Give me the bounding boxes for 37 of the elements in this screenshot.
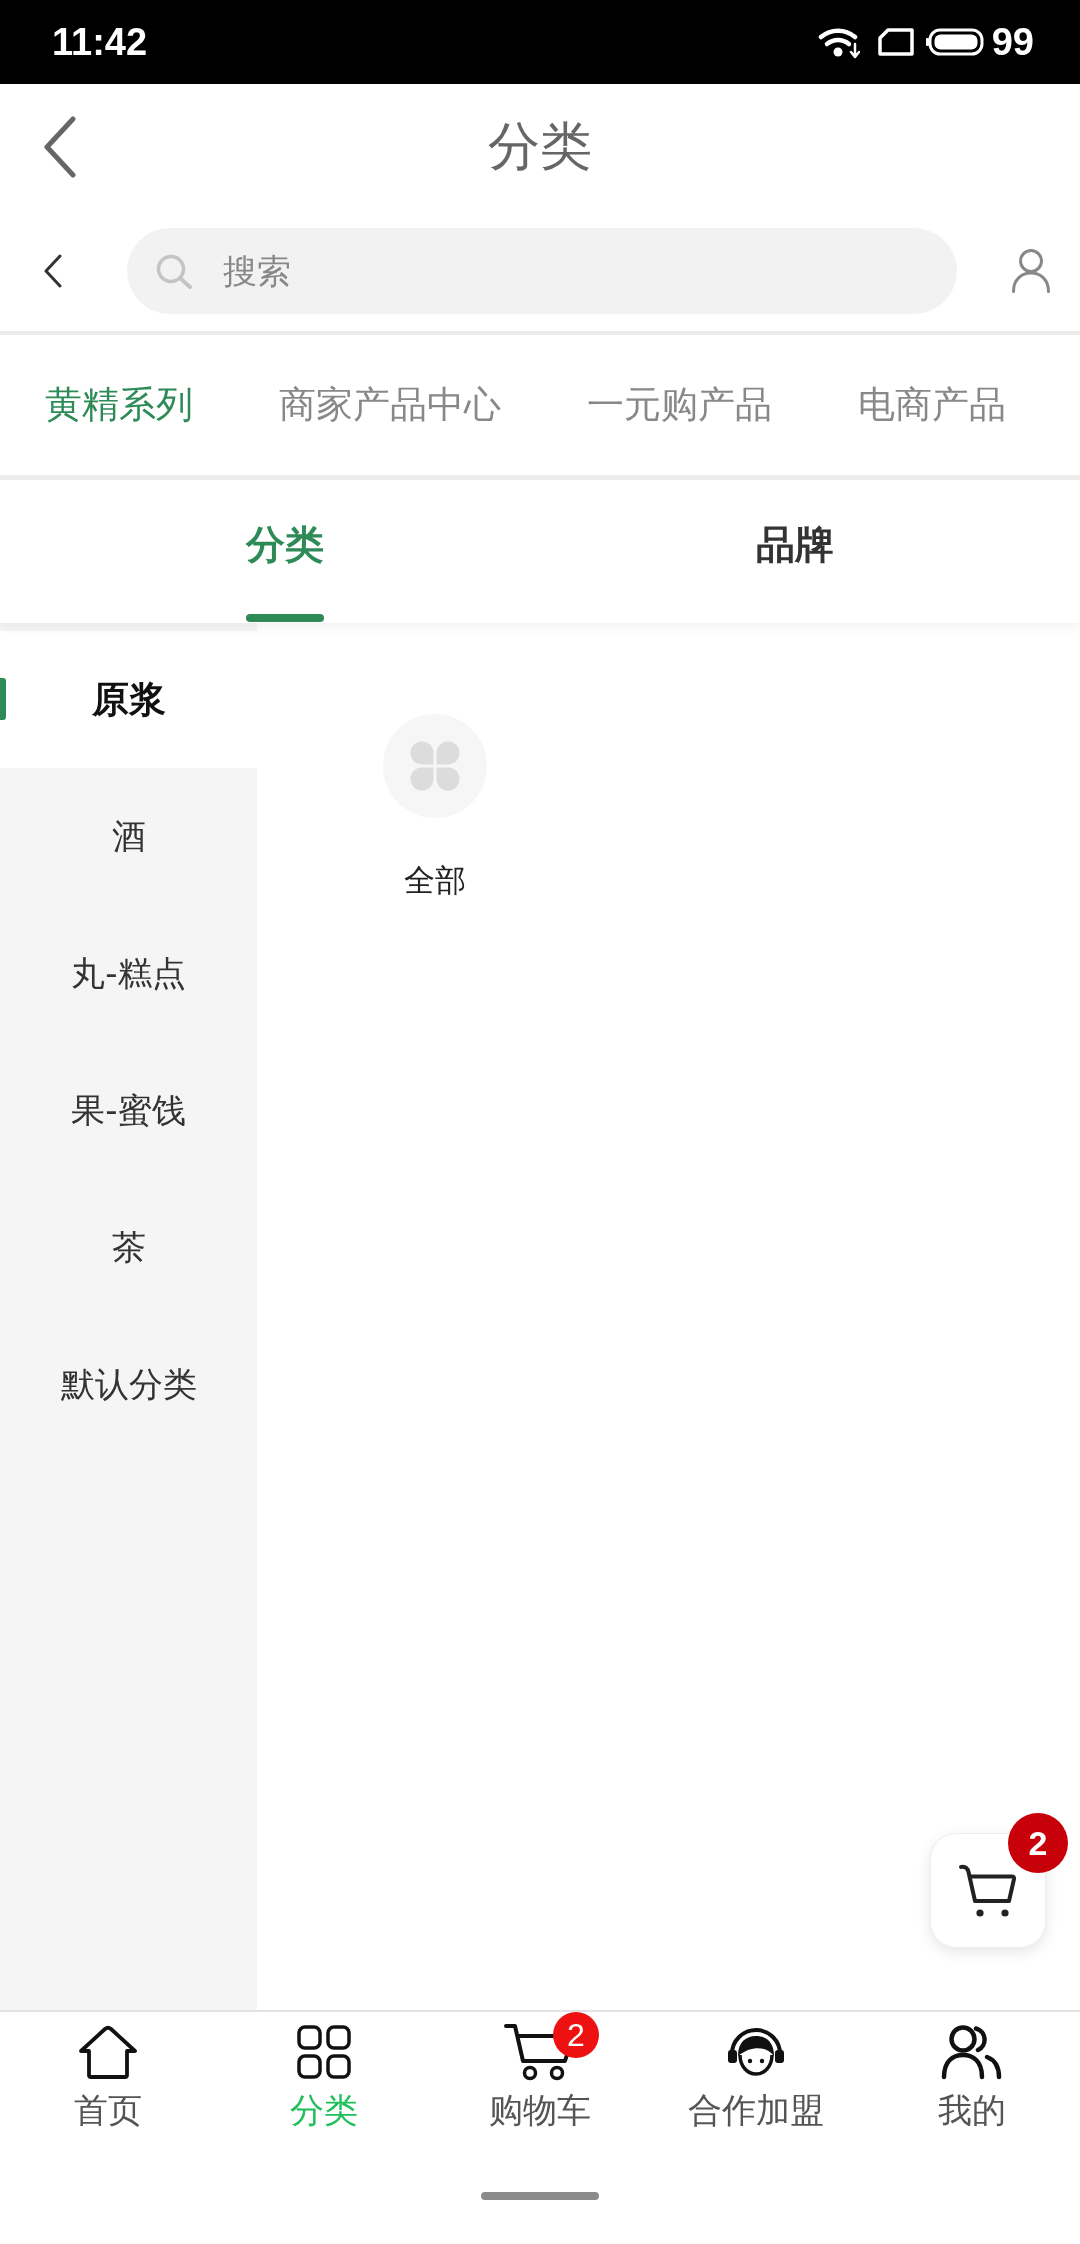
sidebar-item[interactable]: 酒 xyxy=(0,768,257,905)
clover-icon xyxy=(383,714,487,818)
view-tab[interactable]: 分类 xyxy=(246,480,324,623)
category-tab[interactable]: 商家产品中心 xyxy=(279,374,501,436)
person-icon[interactable] xyxy=(1011,248,1051,293)
nav-tab[interactable]: 首页 xyxy=(0,2012,216,2130)
nav-tab[interactable]: 我的 xyxy=(864,2012,1080,2130)
search-field[interactable]: 搜索 xyxy=(127,227,957,314)
headset-person-icon xyxy=(727,2027,785,2077)
grid-icon xyxy=(297,2025,351,2079)
view-tab[interactable]: 品牌 xyxy=(756,480,834,623)
nav-tab[interactable]: 合作加盟 xyxy=(648,2012,864,2130)
sidebar-item[interactable]: 果-蜜饯 xyxy=(0,1042,257,1179)
subcategory-item[interactable]: 全部 xyxy=(355,714,515,900)
back-button[interactable] xyxy=(43,116,77,178)
count-badge: 2 xyxy=(553,2012,599,2058)
status-time: 11:42 xyxy=(52,20,148,64)
nav-tab[interactable]: 2 购物车 xyxy=(432,2012,648,2130)
chevron-left-icon xyxy=(43,116,77,178)
wifi-icon xyxy=(817,25,860,59)
people-icon xyxy=(941,2024,1003,2080)
category-tab[interactable]: 电商产品 xyxy=(858,374,1006,436)
sidebar-item[interactable]: 茶 xyxy=(0,1179,257,1316)
category-tab[interactable]: 一元购产品 xyxy=(587,374,772,436)
category-tab[interactable]: 黄精系列 xyxy=(45,374,193,436)
battery-level: 99 xyxy=(991,20,1034,64)
sidebar-item[interactable]: 默认分类 xyxy=(0,1316,257,1453)
search-icon xyxy=(155,252,193,289)
house-icon xyxy=(77,2024,139,2080)
chevron-left-icon xyxy=(43,253,63,288)
sim-card-icon xyxy=(877,28,914,56)
page-title: 分类 xyxy=(488,115,592,178)
back-button[interactable] xyxy=(43,253,63,288)
sidebar-item[interactable]: 原浆 xyxy=(0,631,257,768)
sidebar-item[interactable]: 丸-糕点 xyxy=(0,905,257,1042)
battery-icon xyxy=(925,28,984,56)
cart-icon xyxy=(958,1862,1018,1919)
